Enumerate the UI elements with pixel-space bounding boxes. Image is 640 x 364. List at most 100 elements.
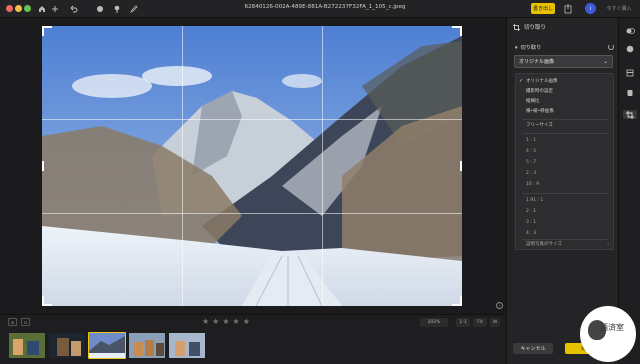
mask-icon[interactable] [95,3,105,15]
menu-item-original[interactable]: ✓ オリジナル画像 [516,77,613,86]
menu-item-label: オリジナル画像 [526,79,558,84]
thumbnail-strip [8,332,206,359]
chevron-down-icon: ⌄ [602,58,608,65]
menu-item-ratio[interactable]: 16 : 9 [516,180,613,189]
menu-item-label: 16 : 9 [526,182,539,187]
brush-icon[interactable] [112,3,122,15]
menu-item-label: 縦横比 [526,99,540,104]
retouch-icon[interactable] [625,88,635,97]
menu-item-ratio[interactable]: 1 : 1 [516,136,613,145]
menu-item-label: フリーサイズ [526,123,553,128]
menu-divider [522,119,609,120]
menu-item-orientation[interactable]: 横•縦•幹画像 [516,107,613,116]
menu-item-ratio[interactable]: 2 : 3 [516,169,613,178]
crop-handle-bottom-left[interactable] [42,296,52,306]
info-icon[interactable]: i [496,302,503,309]
menu-divider [522,133,609,134]
grid-line [322,26,323,306]
top-toolbar: 62840126-002A-489E-881A-B272237F32FA_1_1… [0,0,640,18]
thumbnail-selected[interactable] [88,332,126,359]
selected-ratio: オリジナル画像 [519,59,555,65]
star-icon[interactable]: ★ [212,317,219,327]
landscape-photo [42,26,462,306]
grid-line [42,119,462,120]
star-icon[interactable]: ★ [233,317,240,327]
crop-handle-right[interactable] [460,161,462,171]
crop-handle-top-right[interactable] [452,26,462,36]
compare-button[interactable]: ⊟ [490,318,500,327]
menu-item-label: 1.91 : 1 [526,198,544,203]
thumbnail[interactable] [128,332,166,359]
zoom-select[interactable]: 202% [420,318,448,327]
grid-line [42,213,462,214]
reset-icon[interactable] [608,44,614,50]
file-name: 62840126-002A-489E-881A-B272237F32FA_1_1… [244,4,406,10]
grid-line [182,26,183,306]
photo-canvas [0,18,506,314]
menu-item-freesize[interactable]: フリーサイズ [516,121,613,130]
adjust-icon[interactable] [625,26,635,35]
menu-divider [522,193,609,194]
menu-item-label: 4 : 5 [526,149,537,154]
menu-item-label: 2 : 1 [526,209,537,214]
panel-header: 切り取り [513,23,546,31]
crop-icon [513,23,520,31]
menu-item-label: 横•縦•幹画像 [526,109,554,114]
menu-item-ratio[interactable]: 1.91 : 1 [516,196,613,205]
star-icon[interactable]: ★ [243,317,250,327]
share-icon[interactable] [563,3,573,14]
thumbnail[interactable] [168,332,206,359]
pen-icon[interactable] [129,3,139,15]
layers-icon[interactable] [625,68,635,77]
checkmark-icon: ✓ [519,78,524,84]
panel-title: 切り取り [524,25,547,31]
menu-item-ratio[interactable]: 3 : 1 [516,218,613,227]
actual-size-button[interactable]: 1:1 [456,318,470,327]
menu-item-ratio[interactable]: 4 : 5 [516,147,613,156]
section-title: 切り取り [520,45,542,51]
menu-item-label: 撮影時の設定 [526,89,553,94]
star-icon[interactable]: ★ [222,317,229,327]
cancel-button[interactable]: キャンセル [513,343,553,354]
minimize-window-button[interactable] [15,5,22,12]
watermark-logo: 酒済室 [580,306,636,362]
star-icon[interactable]: ★ [202,317,209,327]
menu-item-ratio[interactable]: 5 : 7 [516,158,613,167]
export-button[interactable]: 書き出し [531,3,555,14]
menu-item-label: 証明写真のサイズ [526,242,562,247]
menu-item-label: 5 : 7 [526,160,537,165]
zoom-window-button[interactable] [24,5,31,12]
menu-item-shooting-settings[interactable]: 撮影時の設定 [516,87,613,96]
crop-handle-top-left[interactable] [42,26,52,36]
crop-area[interactable] [42,26,462,306]
crop-handle-bottom-right[interactable] [452,296,462,306]
filter-icon[interactable] [625,44,635,53]
filmstrip-bar: ⊞ ⊡ ★ ★ ★ ★ ★ 202% 1:1 Fit ⊟ [0,314,506,364]
crop-handle-left[interactable] [42,161,44,171]
menu-item-aspect[interactable]: 縦横比 [516,97,613,106]
menu-item-passport[interactable]: 証明写真のサイズ › [516,240,613,249]
chevron-down-icon: ▾ [515,44,518,51]
avatar[interactable]: i [585,3,596,14]
grid-view-icon[interactable]: ⊞ [8,318,17,326]
undo-icon[interactable] [69,3,79,15]
menu-item-label: 3 : 1 [526,220,537,225]
watermark-text: 酒済室 [600,323,624,332]
menu-item-label: 1 : 1 [526,138,537,143]
crop-section-toggle[interactable]: ▾ 切り取り [515,44,542,52]
chevron-right-icon: › [607,242,609,247]
menu-item-label: 2 : 3 [526,171,537,176]
purchase-button[interactable]: 今すぐ購入 [601,3,637,14]
crop-tool-icon[interactable] [623,110,637,119]
menu-item-ratio[interactable]: 2 : 1 [516,207,613,216]
thumbnail[interactable] [8,332,46,359]
aspect-ratio-menu: ✓ オリジナル画像 撮影時の設定 縦横比 横•縦•幹画像 フリーサイズ 1 : 1… [515,73,614,250]
add-icon[interactable] [50,3,60,15]
home-icon[interactable] [37,3,47,15]
close-window-button[interactable] [6,5,13,12]
fit-button[interactable]: Fit [473,318,487,327]
single-view-icon[interactable]: ⊡ [21,318,30,326]
menu-item-ratio[interactable]: 4 : 3 [516,229,613,238]
aspect-ratio-select[interactable]: オリジナル画像 ⌄ [514,55,613,68]
thumbnail[interactable] [48,332,86,359]
